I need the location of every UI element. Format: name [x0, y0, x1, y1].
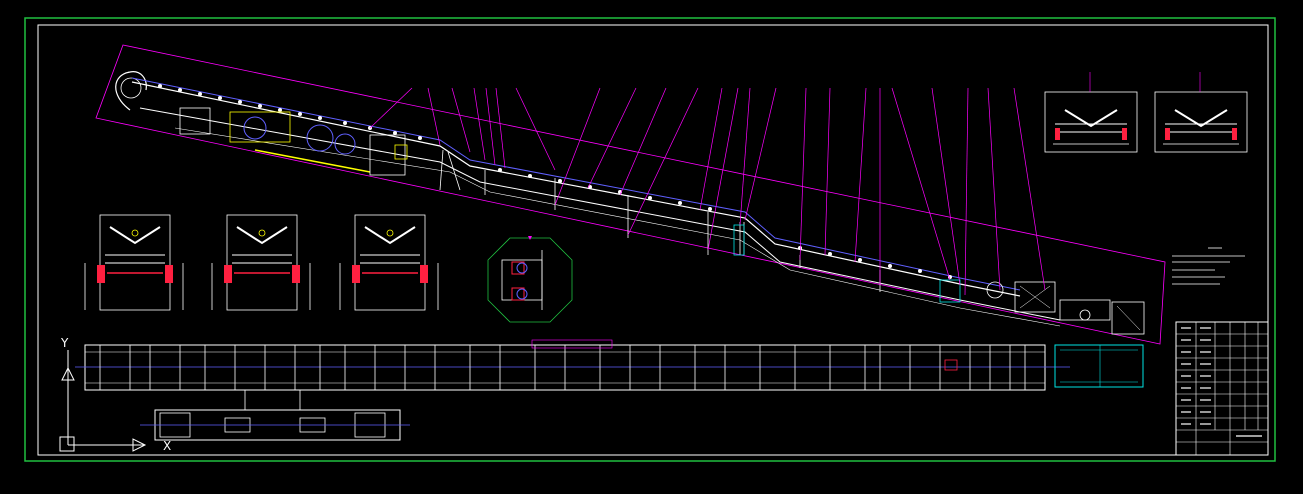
- section-view-a: [1044, 72, 1138, 153]
- loading-section: [179, 107, 408, 176]
- plan-base-frame: [140, 390, 410, 441]
- section-view-e: [339, 214, 439, 311]
- axis-x-label: X: [163, 439, 171, 453]
- elevation-view: [95, 44, 1166, 345]
- elevation-envelope: [95, 44, 1166, 345]
- plan-view: [75, 339, 1144, 391]
- outer-frame: [24, 17, 1276, 462]
- axis-y-label: Y: [60, 336, 69, 350]
- head-drive: [939, 279, 1145, 335]
- leader-lines: [369, 87, 1046, 296]
- section-view-c: [84, 214, 184, 311]
- section-view-d: [211, 214, 311, 311]
- cad-drawing-sheet: Y X: [24, 17, 1276, 462]
- technical-notes: [1172, 247, 1245, 285]
- ucs-axis-icon: [59, 350, 147, 452]
- section-view-b: [1154, 72, 1248, 153]
- octagon-detail: [487, 236, 573, 323]
